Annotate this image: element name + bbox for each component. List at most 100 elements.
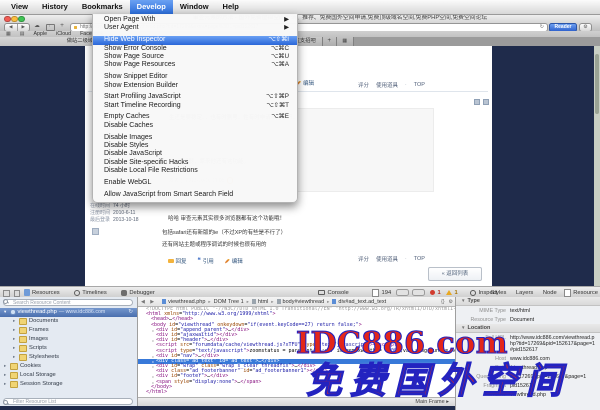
resource-type-icon [10,372,18,379]
develop-menu-item[interactable]: Allow JavaScript from Smart Search Field [93,191,297,199]
post2-corner-icons[interactable] [474,99,489,105]
reload-resource-icon[interactable]: ↻ [128,309,133,315]
resource-tree-row[interactable]: ▸ Scripts [0,344,137,353]
copy-link-icon[interactable] [483,99,489,105]
resource-tree-row[interactable]: ▾ viewthread.php — www.idc886.com ↻ [0,308,137,317]
develop-menu-item[interactable]: Open Page With ▶ [93,16,297,24]
breadcrumb-item[interactable]: ▸ html [247,299,269,305]
develop-menu-item[interactable]: Show Page Source ⌥⌘U [93,53,297,61]
filter-input[interactable]: Filter Resource List [3,398,133,405]
develop-menu-item[interactable]: Show Error Console ⌥⌘C [93,45,297,53]
user-info-row: 最后登录2013-10-18 [90,217,139,224]
search-input[interactable]: Search Resource Content [3,299,133,306]
develop-menu-item[interactable]: Empty Caches ⌥⌘E [93,113,297,121]
resource-tree-row[interactable]: ▸ Cookies [0,362,137,371]
develop-menu-item[interactable]: Disable Images [93,134,297,142]
post2-score-link[interactable]: 评分 [358,255,369,263]
disclosure-triangle-icon[interactable]: ▸ [4,372,8,378]
menu-bar-item[interactable]: Bookmarks [75,0,130,14]
toolbar-button-icon [74,290,80,296]
develop-menu-item[interactable]: Disable Site-specific Hacks [93,159,297,167]
develop-menu-item[interactable]: Start Timeline Recording ⌥⇧⌘T [93,102,297,110]
collapse-icon[interactable] [474,99,480,105]
user-info-row: 注册时间2010-6-11 [90,210,139,217]
develop-menu-item[interactable]: Start Profiling JavaScript ⌥⇧⌘P [93,93,297,101]
disclosure-triangle-icon[interactable]: ▸ [13,345,17,351]
history-back-forward-icons[interactable]: ◀ ▶ [141,299,156,305]
post1-top-link[interactable]: TOP [414,82,425,88]
new-tab-button[interactable]: + [323,37,337,46]
resource-type-icon [10,363,18,370]
quote-button[interactable]: ❝引用 [198,257,214,265]
close-inspector-icon[interactable] [3,290,10,297]
menu-bar-item[interactable]: Help [216,0,246,14]
post2-tools-link[interactable]: 使用道具 [376,255,398,263]
disclosure-triangle-icon[interactable]: ▸ [13,318,17,324]
new-tab-icon[interactable]: + [58,23,66,30]
resource-tree-row[interactable]: ▸ Images [0,335,137,344]
share-icon[interactable] [46,24,55,32]
scrollbar-thumb[interactable] [595,54,599,114]
develop-menu-item[interactable]: Show Snippet Editor [93,73,297,81]
resource-tree-row[interactable]: ▸ Stylesheets [0,353,137,362]
quote-marks-icon: ❝ [198,259,201,263]
pretty-print-icon[interactable]: {} [441,299,444,305]
site-favicon [74,26,77,29]
reload-icon[interactable]: ↻ [540,24,544,31]
window-title-bar[interactable]: 审查元素的方法 - 国外免费虚拟空间申请、推荐、免费国外空间申请,免费顶级域名空… [0,14,600,22]
back-icon[interactable]: ◀ [5,24,18,31]
develop-menu-item[interactable]: Enable WebGL [93,179,297,187]
breadcrumb-separator: ▸ [327,299,329,305]
disclosure-triangle-icon[interactable]: ▸ [13,327,17,333]
user-medal-icon [92,228,99,235]
edit-button[interactable]: 编辑 [225,257,243,265]
resource-tree-row[interactable]: ▸ Local Storage [0,371,137,380]
menu-bar-item[interactable]: History [35,0,75,14]
menu-bar-item[interactable]: Window [173,0,216,14]
disclosure-triangle-icon[interactable]: ▾ [4,309,8,315]
page-scrollbar[interactable] [594,46,600,286]
inspector-window-controls[interactable] [3,290,20,297]
icloud-tabs-icon[interactable]: ☁ [33,23,41,30]
forward-icon[interactable]: ▶ [18,24,30,31]
type-section-header[interactable]: ▼Type [456,297,600,306]
post1-score-link[interactable]: 评分 [358,81,369,89]
develop-menu: Open Page With ▶ User Agent ▶ Hide Web I… [92,14,298,203]
dock-inspector-icon[interactable] [14,290,21,297]
develop-menu-item[interactable]: Disable Styles [93,142,297,150]
develop-menu-item[interactable]: User Agent ▶ [93,24,297,32]
develop-menu-item[interactable]: Disable Caches [93,122,297,130]
back-to-list-button[interactable]: « 返回列表 [428,267,482,281]
develop-menu-item[interactable]: Hide Web Inspector ⌥⇧⌘I [93,36,297,44]
post2-top-link[interactable]: TOP [414,256,425,262]
breadcrumb-item[interactable]: ▸ div#ad_text.ad_text [327,299,386,305]
resources-sidebar: Search Resource Content ▾ viewthread.php… [0,297,138,406]
post1-edit-button[interactable]: 编辑 [296,79,314,87]
menu-bar-item[interactable]: Develop [130,0,173,14]
filter-icon [3,400,8,405]
disclosure-triangle-icon[interactable]: ▸ [13,336,17,342]
resource-tree-row[interactable]: ▸ Session Storage [0,380,137,389]
reply-button[interactable]: 回复 [168,257,187,265]
resource-tree-row[interactable]: ▸ Documents [0,317,137,326]
post1-edit-label[interactable]: 编辑 [303,79,314,87]
develop-menu-item[interactable]: Show Page Resources ⌥⌘A [93,61,297,69]
settings-gear-icon[interactable]: ⚙ [449,299,453,305]
post1-tools-link[interactable]: 使用道具 [376,81,398,89]
develop-menu-item[interactable]: Disable JavaScript [93,150,297,158]
menu-bar-item[interactable]: View [4,0,35,14]
menu-bar: ViewHistoryBookmarksDevelopWindowHelp [0,0,600,15]
breadcrumb-item[interactable]: ▸ body#viewthread [271,299,324,305]
detail-row: MIME Typetext/html [456,306,600,315]
disclosure-triangle-icon[interactable]: ▸ [4,381,8,387]
resource-tree-row[interactable]: ▸ Frames [0,326,137,335]
resource-type-icon [10,309,16,315]
develop-menu-item[interactable]: Show Extension Builder [93,82,297,90]
disclosure-triangle-icon[interactable]: ▸ [4,363,8,369]
show-all-tabs-icon[interactable]: ▦ [337,37,354,46]
dot-separator: · [405,256,407,262]
breadcrumb-item[interactable]: ▸ DOM Tree 1 [208,299,243,305]
develop-menu-item[interactable]: Disable Local File Restrictions [93,167,297,175]
breadcrumb-item[interactable]: viewthread.php [159,299,205,305]
disclosure-triangle-icon[interactable]: ▸ [13,354,17,360]
